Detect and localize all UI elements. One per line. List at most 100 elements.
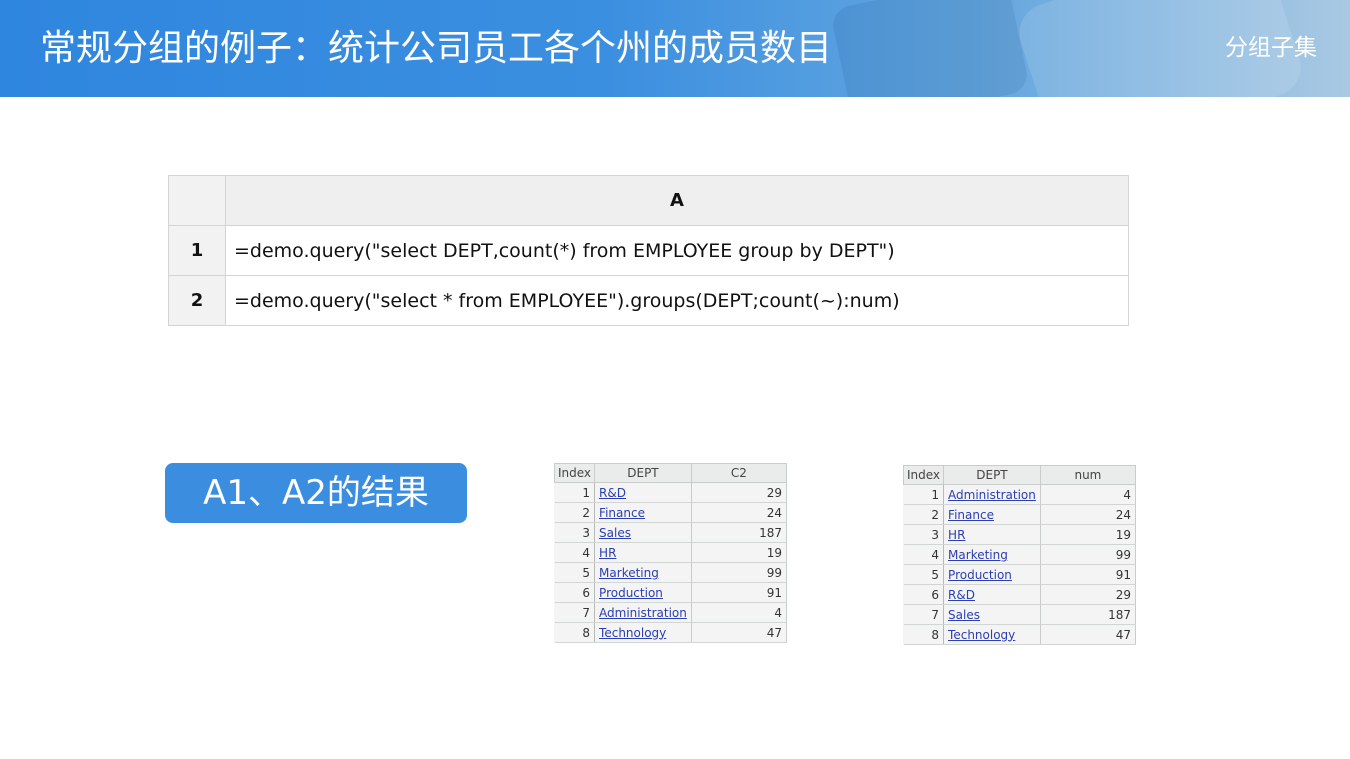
row-index[interactable]: 7 [903, 604, 945, 625]
table-row[interactable]: 4 Marketing 99 [903, 544, 1137, 565]
header-value[interactable]: num [1039, 465, 1137, 485]
result-table-a2: Index DEPT num 1 Administration 4 2 Finance 2… [902, 465, 1137, 645]
dept-cell[interactable]: Finance [594, 502, 692, 523]
code-row: 2 =demo.query("select * from EMPLOYEE").… [168, 275, 1129, 326]
dept-link[interactable]: R&D [948, 588, 975, 602]
dept-cell[interactable]: HR [594, 542, 692, 563]
value-cell[interactable]: 4 [1040, 484, 1137, 505]
table-row[interactable]: 5 Production 91 [903, 564, 1137, 585]
dept-link[interactable]: HR [948, 528, 965, 542]
value-cell[interactable]: 19 [1040, 524, 1137, 545]
row-index[interactable]: 2 [554, 502, 596, 523]
dept-cell[interactable]: Sales [594, 522, 692, 543]
dept-cell[interactable]: Finance [943, 504, 1041, 525]
row-index[interactable]: 8 [903, 624, 945, 645]
corner-cell[interactable] [168, 175, 226, 226]
dept-cell[interactable]: Production [943, 564, 1041, 585]
value-cell[interactable]: 91 [691, 582, 788, 603]
value-cell[interactable]: 24 [1040, 504, 1137, 525]
value-cell[interactable]: 29 [1040, 584, 1137, 605]
dept-cell[interactable]: Production [594, 582, 692, 603]
dept-cell[interactable]: R&D [943, 584, 1041, 605]
code-cell-a2[interactable]: =demo.query("select * from EMPLOYEE").gr… [225, 275, 1129, 326]
table-row[interactable]: 4 HR 19 [554, 542, 788, 563]
value-cell[interactable]: 99 [691, 562, 788, 583]
table-row[interactable]: 2 Finance 24 [903, 504, 1137, 525]
row-header[interactable]: 2 [168, 275, 226, 326]
dept-link[interactable]: Administration [948, 488, 1036, 502]
dept-link[interactable]: Technology [599, 626, 666, 640]
table-row[interactable]: 7 Administration 4 [554, 602, 788, 623]
table-row[interactable]: 1 Administration 4 [903, 484, 1137, 505]
dept-link[interactable]: Sales [599, 526, 631, 540]
dept-cell[interactable]: HR [943, 524, 1041, 545]
dept-link[interactable]: Sales [948, 608, 980, 622]
dept-cell[interactable]: Sales [943, 604, 1041, 625]
dept-cell[interactable]: Administration [943, 484, 1041, 505]
header-index[interactable]: Index [902, 465, 945, 485]
dept-link[interactable]: Finance [948, 508, 994, 522]
row-index[interactable]: 5 [903, 564, 945, 585]
table-row[interactable]: 2 Finance 24 [554, 502, 788, 523]
table-row[interactable]: 6 R&D 29 [903, 584, 1137, 605]
dept-cell[interactable]: R&D [594, 482, 692, 503]
dept-link[interactable]: Technology [948, 628, 1015, 642]
dept-link[interactable]: Finance [599, 506, 645, 520]
row-index[interactable]: 4 [903, 544, 945, 565]
row-index[interactable]: 5 [554, 562, 596, 583]
row-index[interactable]: 6 [554, 582, 596, 603]
row-index[interactable]: 7 [554, 602, 596, 623]
row-index[interactable]: 2 [903, 504, 945, 525]
row-index[interactable]: 1 [903, 484, 945, 505]
title-banner: 常规分组的例子：统计公司员工各个州的成员数目 分组子集 [0, 0, 1350, 97]
code-row: 1 =demo.query("select DEPT,count(*) from… [168, 225, 1129, 276]
value-cell[interactable]: 91 [1040, 564, 1137, 585]
table-row[interactable]: 1 R&D 29 [554, 482, 788, 503]
value-cell[interactable]: 99 [1040, 544, 1137, 565]
row-header[interactable]: 1 [168, 225, 226, 276]
code-cell-a1[interactable]: =demo.query("select DEPT,count(*) from E… [225, 225, 1129, 276]
table-row[interactable]: 8 Technology 47 [903, 624, 1137, 645]
row-index[interactable]: 6 [903, 584, 945, 605]
value-cell[interactable]: 47 [691, 622, 788, 643]
dept-link[interactable]: R&D [599, 486, 626, 500]
header-dept[interactable]: DEPT [594, 463, 692, 483]
dept-cell[interactable]: Technology [943, 624, 1041, 645]
dept-link[interactable]: Marketing [948, 548, 1008, 562]
row-index[interactable]: 3 [903, 524, 945, 545]
table-header-row: Index DEPT C2 [553, 463, 788, 483]
table-row[interactable]: 5 Marketing 99 [554, 562, 788, 583]
table-row[interactable]: 3 HR 19 [903, 524, 1137, 545]
dept-link[interactable]: Production [948, 568, 1012, 582]
value-cell[interactable]: 47 [1040, 624, 1137, 645]
dept-cell[interactable]: Marketing [594, 562, 692, 583]
table-row[interactable]: 7 Sales 187 [903, 604, 1137, 625]
value-cell[interactable]: 187 [691, 522, 788, 543]
value-cell[interactable]: 4 [691, 602, 788, 623]
value-cell[interactable]: 19 [691, 542, 788, 563]
table-row[interactable]: 6 Production 91 [554, 582, 788, 603]
dept-link[interactable]: Production [599, 586, 663, 600]
header-dept[interactable]: DEPT [943, 465, 1041, 485]
value-cell[interactable]: 24 [691, 502, 788, 523]
row-index[interactable]: 1 [554, 482, 596, 503]
banner-decoration [829, 0, 1031, 97]
dept-link[interactable]: Marketing [599, 566, 659, 580]
dept-cell[interactable]: Administration [594, 602, 692, 623]
table-row[interactable]: 8 Technology 47 [554, 622, 788, 643]
dept-cell[interactable]: Marketing [943, 544, 1041, 565]
value-cell[interactable]: 187 [1040, 604, 1137, 625]
section-label: 分组子集 [1225, 35, 1317, 61]
header-index[interactable]: Index [553, 463, 596, 483]
table-header-row: Index DEPT num [902, 465, 1137, 485]
row-index[interactable]: 3 [554, 522, 596, 543]
dept-link[interactable]: HR [599, 546, 616, 560]
value-cell[interactable]: 29 [691, 482, 788, 503]
row-index[interactable]: 4 [554, 542, 596, 563]
table-row[interactable]: 3 Sales 187 [554, 522, 788, 543]
column-header-a[interactable]: A [225, 175, 1129, 226]
header-value[interactable]: C2 [690, 463, 788, 483]
dept-link[interactable]: Administration [599, 606, 687, 620]
dept-cell[interactable]: Technology [594, 622, 692, 643]
row-index[interactable]: 8 [554, 622, 596, 643]
